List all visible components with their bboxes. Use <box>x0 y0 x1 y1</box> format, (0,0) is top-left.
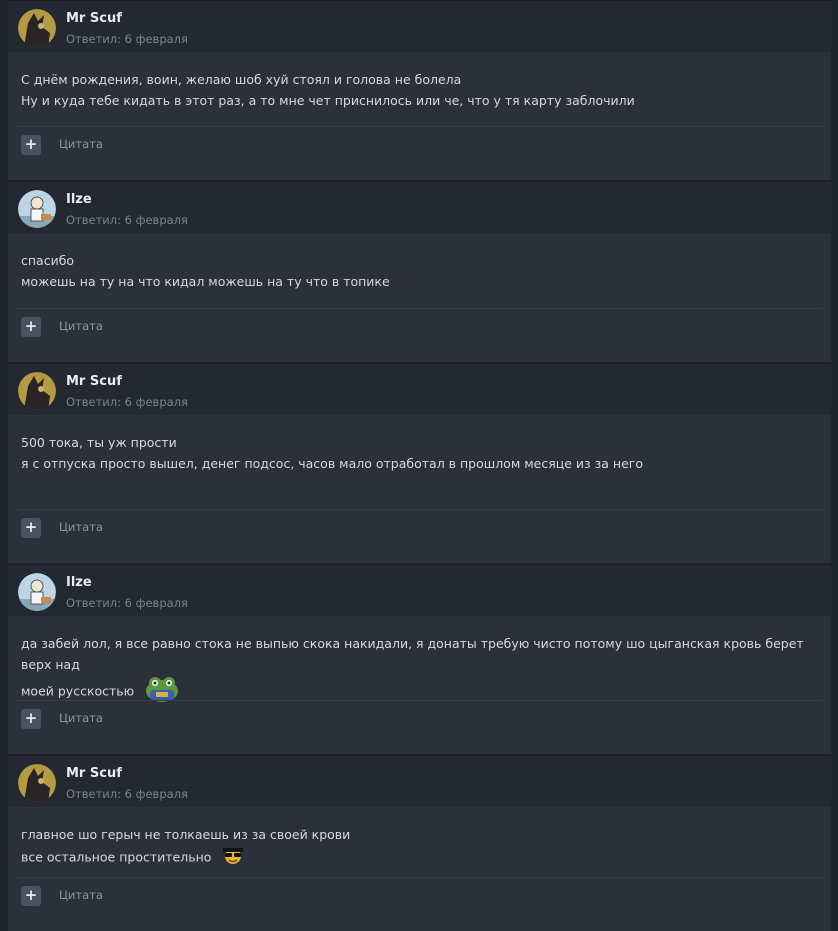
quote-link[interactable]: Цитата <box>59 888 103 902</box>
post-date: Ответил: 6 февраля <box>66 213 188 227</box>
text-line: Ну и куда тебе кидать в этот раз, а то м… <box>21 93 635 108</box>
post-footer: + Цитата <box>16 308 823 362</box>
text-line: спасибо <box>21 253 75 268</box>
text-line: я с отпуска просто вышел, денег подсос, … <box>21 456 644 471</box>
post: Mr Scuf Ответил: 6 февраля С днём рожден… <box>8 0 831 180</box>
post: Ilze Ответил: 6 февраля да забей лол, я … <box>8 564 831 754</box>
post-header: Mr Scuf Ответил: 6 февраля <box>8 0 831 52</box>
post: Mr Scuf Ответил: 6 февраля 500 тока, ты … <box>8 363 831 563</box>
text-line: С днём рождения, воин, желаю шоб хуй сто… <box>21 72 462 87</box>
post-date: Ответил: 6 февраля <box>66 787 188 801</box>
post-header: Ilze Ответил: 6 февраля <box>8 564 831 616</box>
quote-link[interactable]: Цитата <box>59 137 103 151</box>
post-content: главное шо герыч не толкаешь из за своей… <box>8 807 831 871</box>
text-line: можешь на ту на что кидал можешь на ту ч… <box>21 274 390 289</box>
avatar[interactable] <box>18 9 56 47</box>
text-line: моей русскостью <box>21 683 135 699</box>
plus-button[interactable]: + <box>21 135 41 155</box>
post-date: Ответил: 6 февраля <box>66 32 188 46</box>
avatar[interactable] <box>18 372 56 410</box>
author-name[interactable]: Mr Scuf <box>66 766 122 781</box>
plus-button[interactable]: + <box>21 518 41 538</box>
quote-link[interactable]: Цитата <box>59 711 103 725</box>
post: Ilze Ответил: 6 февраля спасибо можешь н… <box>8 181 831 362</box>
text-line: 500 тока, ты уж прости <box>21 435 177 450</box>
post: Mr Scuf Ответил: 6 февраля главное шо ге… <box>8 755 831 931</box>
text-line: все остальное простительно <box>21 849 212 865</box>
avatar[interactable] <box>18 573 56 611</box>
plus-button[interactable]: + <box>21 886 41 906</box>
avatar[interactable] <box>18 190 56 228</box>
author-name[interactable]: Ilze <box>66 192 92 207</box>
post-footer: + Цитата <box>16 700 823 754</box>
post-content: да забей лол, я все равно стока не выпью… <box>8 616 831 709</box>
post-content: спасибо можешь на ту на что кидал можешь… <box>8 233 831 292</box>
text-line: да забей лол, я все равно стока не выпью… <box>21 636 804 672</box>
post-content: С днём рождения, воин, желаю шоб хуй сто… <box>8 52 831 111</box>
author-name[interactable]: Mr Scuf <box>66 11 122 26</box>
post-header: Mr Scuf Ответил: 6 февраля <box>8 363 831 415</box>
text-line: главное шо герыч не толкаешь из за своей… <box>21 827 351 842</box>
post-content: 500 тока, ты уж прости я с отпуска прост… <box>8 415 831 474</box>
text-line-with-emoji: все остальное простительно <box>21 845 818 871</box>
author-name[interactable]: Ilze <box>66 575 92 590</box>
quote-link[interactable]: Цитата <box>59 319 103 333</box>
avatar[interactable] <box>18 764 56 802</box>
post-date: Ответил: 6 февраля <box>66 596 188 610</box>
post-footer: + Цитата <box>16 877 823 931</box>
author-name[interactable]: Mr Scuf <box>66 374 122 389</box>
post-footer: + Цитата <box>16 126 823 180</box>
post-header: Mr Scuf Ответил: 6 февраля <box>8 755 831 807</box>
post-header: Ilze Ответил: 6 февраля <box>8 181 831 233</box>
post-date: Ответил: 6 февраля <box>66 395 188 409</box>
quote-link[interactable]: Цитата <box>59 520 103 534</box>
sunglasses-emoji-icon <box>221 845 245 871</box>
plus-button[interactable]: + <box>21 317 41 337</box>
plus-button[interactable]: + <box>21 709 41 729</box>
post-feed: Mr Scuf Ответил: 6 февраля С днём рожден… <box>0 0 838 931</box>
post-footer: + Цитата <box>16 509 823 563</box>
